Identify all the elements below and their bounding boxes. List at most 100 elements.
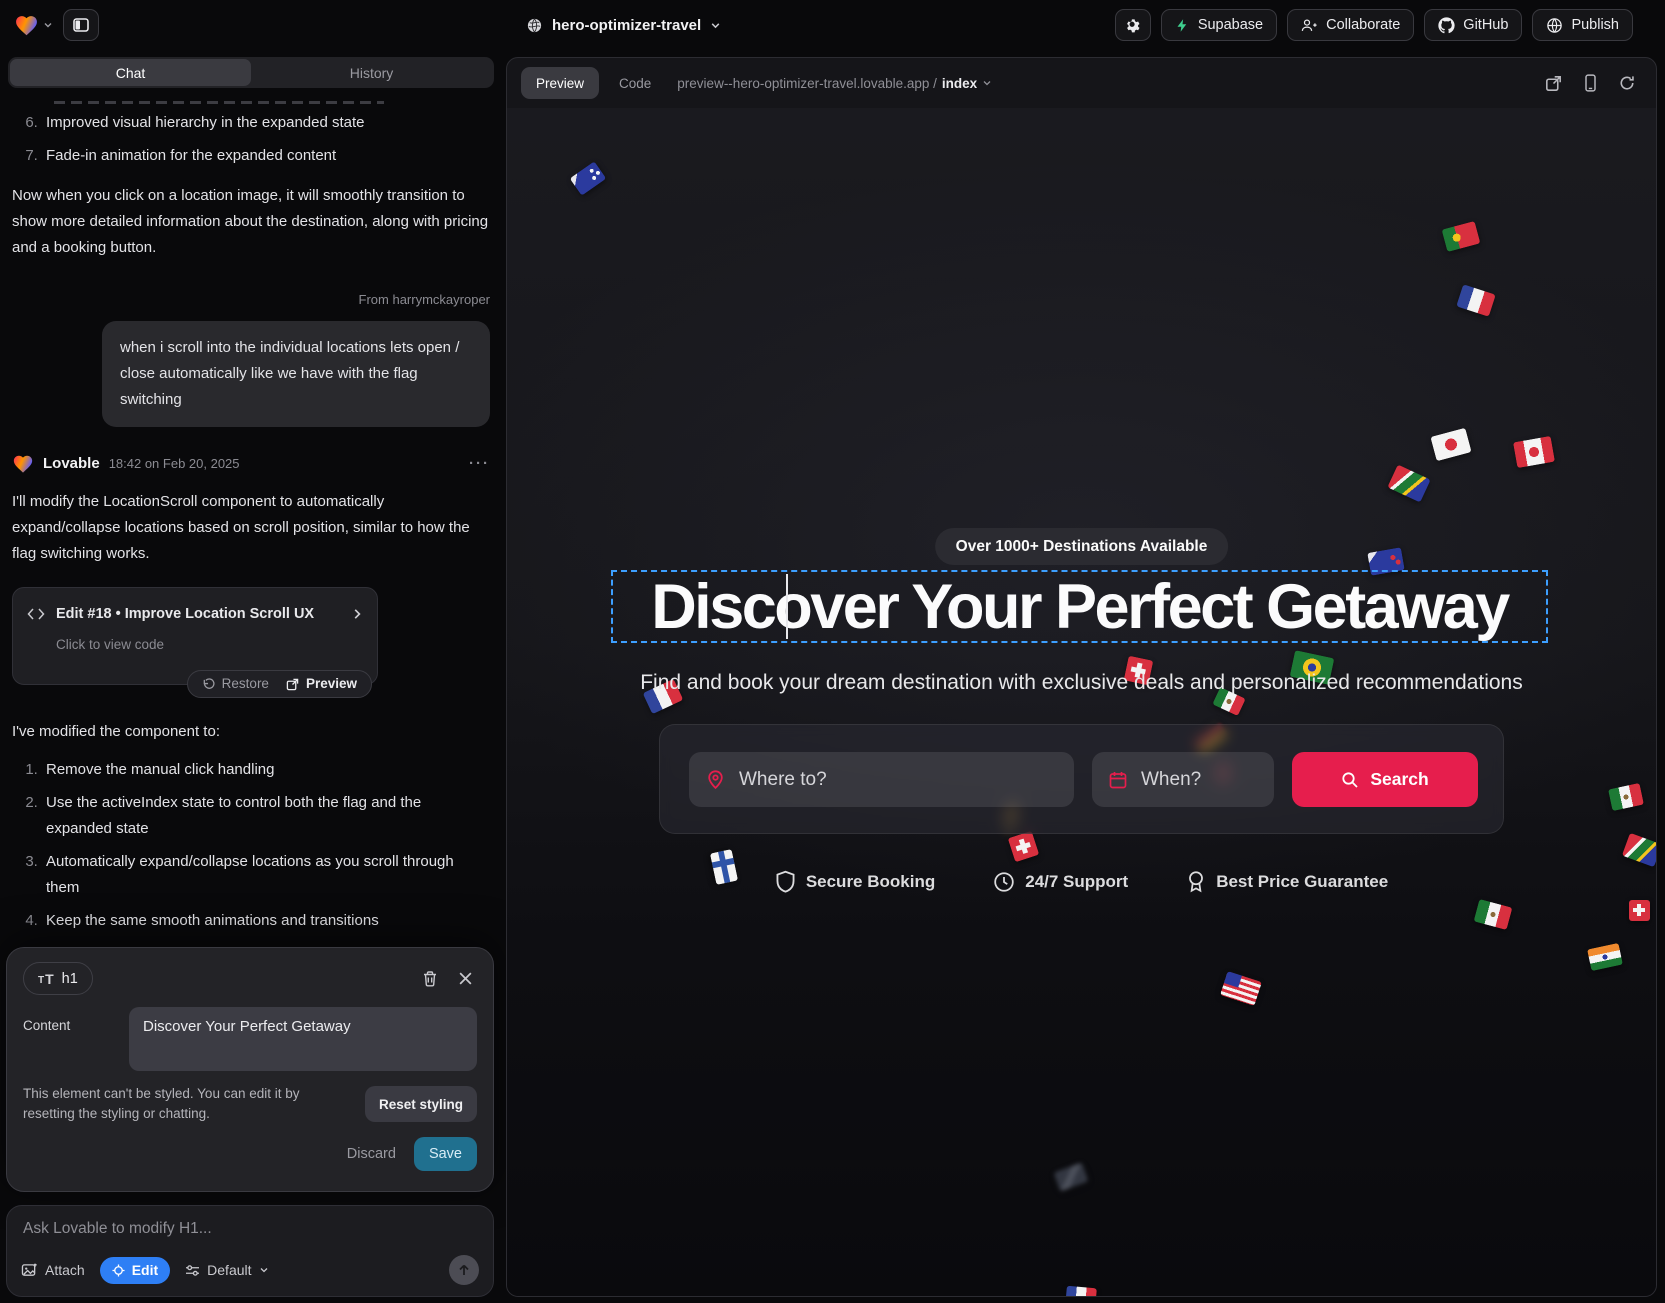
sliders-icon: [185, 1264, 200, 1277]
collaborate-button[interactable]: Collaborate: [1287, 9, 1414, 41]
chat-history-tabs: Chat History: [8, 57, 494, 88]
preview-toolbar: Preview Code preview--hero-optimizer-tra…: [507, 58, 1656, 108]
switzerland-flag: [1629, 900, 1650, 921]
lovable-heart-icon: [12, 453, 34, 475]
sidebar: Chat History Improved visual hierarchy i…: [0, 50, 502, 1303]
crosshair-icon: [112, 1264, 125, 1277]
url-page: index: [942, 76, 977, 91]
supabase-label: Supabase: [1198, 17, 1263, 33]
when-placeholder: When?: [1141, 769, 1201, 791]
user-message-bubble: when i scroll into the individual locati…: [102, 321, 490, 427]
hero-subtitle: Find and book your dream destination wit…: [507, 671, 1656, 695]
open-in-new-tab-icon[interactable]: [1545, 75, 1562, 92]
publish-button[interactable]: Publish: [1532, 9, 1633, 41]
assistant-paragraph: I'll modify the LocationScroll component…: [12, 489, 490, 567]
discard-button[interactable]: Discard: [347, 1146, 396, 1162]
project-selector[interactable]: hero-optimizer-travel: [526, 0, 721, 50]
settings-button[interactable]: [1115, 9, 1151, 41]
panel-left-icon: [72, 16, 90, 34]
mexico-flag: [1474, 898, 1513, 929]
chevron-down-icon: [982, 78, 992, 88]
gear-icon: [1124, 17, 1141, 34]
japan-flag: [1430, 427, 1471, 460]
github-button[interactable]: GitHub: [1424, 9, 1522, 41]
chevron-down-icon: [710, 20, 721, 31]
reset-styling-button[interactable]: Reset styling: [365, 1086, 477, 1122]
url-prefix: preview--hero-optimizer-travel.lovable.a…: [677, 76, 937, 91]
canada-flag: [1513, 436, 1555, 468]
element-tag: h1: [62, 971, 78, 987]
styling-note: This element can't be styled. You can ed…: [23, 1084, 353, 1124]
trash-icon[interactable]: [422, 970, 438, 987]
mobile-view-icon[interactable]: [1584, 74, 1597, 92]
chevron-right-icon: [351, 608, 363, 620]
element-editor-panel: TT h1 Content Discover Your Perfect Geta…: [6, 947, 494, 1192]
search-icon: [1341, 771, 1359, 789]
preview-button[interactable]: Preview: [286, 671, 357, 697]
map-pin-icon: [705, 769, 726, 790]
publish-label: Publish: [1571, 17, 1619, 33]
list-item: Fade-in animation for the expanded conte…: [42, 143, 490, 169]
globe-icon: [526, 17, 543, 34]
edit-card[interactable]: Edit #18 • Improve Location Scroll UX Cl…: [12, 587, 378, 685]
arrow-up-icon: [457, 1263, 471, 1277]
hero-heading[interactable]: Discover Your Perfect Getaway: [613, 572, 1546, 641]
topbar: hero-optimizer-travel Supabase Collabora…: [0, 0, 1665, 50]
edit-card-subtitle: Click to view code: [56, 632, 363, 658]
supabase-button[interactable]: Supabase: [1161, 9, 1277, 41]
publish-globe-icon: [1546, 17, 1563, 34]
features-row: Secure Booking 24/7 Support Best Price G…: [507, 870, 1656, 893]
assistant-name: Lovable: [43, 451, 100, 477]
chat-input-placeholder[interactable]: Ask Lovable to modify H1...: [23, 1220, 477, 1238]
preview-url[interactable]: preview--hero-optimizer-travel.lovable.a…: [677, 76, 992, 91]
tab-chat[interactable]: Chat: [10, 59, 251, 86]
assistant-paragraph: Now when you click on a location image, …: [12, 183, 490, 261]
sidebar-toggle-button[interactable]: [63, 9, 99, 41]
assistant-change-list: Remove the manual click handlingUse the …: [12, 757, 490, 967]
h1-selection-outline[interactable]: Discover Your Perfect Getaway: [611, 570, 1548, 643]
france-flag: [1456, 284, 1495, 316]
lovable-heart-icon: [14, 13, 39, 38]
restore-preview-pill: Restore Preview: [187, 670, 372, 698]
attach-button[interactable]: Attach: [21, 1262, 85, 1278]
list-item: Improved visual hierarchy in the expande…: [42, 110, 490, 136]
mexico-flag: [1608, 783, 1644, 811]
feature-price-guarantee: Best Price Guarantee: [1186, 870, 1388, 893]
refresh-icon[interactable]: [1619, 75, 1635, 91]
search-button[interactable]: Search: [1292, 752, 1478, 807]
edit-mode-button[interactable]: Edit: [100, 1257, 170, 1284]
code-icon: [27, 607, 45, 621]
list-item: Automatically expand/collapse locations …: [42, 849, 490, 901]
chevron-down-icon: [43, 20, 53, 30]
save-button[interactable]: Save: [414, 1137, 477, 1171]
element-tag-pill[interactable]: TT h1: [23, 962, 93, 995]
tab-preview[interactable]: Preview: [521, 67, 599, 99]
image-icon: [21, 1263, 38, 1278]
chat-input-box[interactable]: Ask Lovable to modify H1... Attach Edit: [6, 1205, 494, 1297]
australia-flag: [570, 161, 607, 195]
send-button[interactable]: [449, 1255, 479, 1285]
tab-history[interactable]: History: [251, 59, 492, 86]
content-textarea[interactable]: Discover Your Perfect Getaway: [129, 1007, 477, 1071]
tab-code[interactable]: Code: [617, 67, 653, 99]
mode-selector[interactable]: Default: [185, 1262, 268, 1278]
github-icon: [1438, 17, 1455, 34]
clipped-text-remnant: [54, 101, 384, 104]
list-item: Use the activeIndex state to control bot…: [42, 790, 490, 842]
south-africa-flag: [1387, 464, 1430, 502]
feature-support: 24/7 Support: [993, 870, 1128, 893]
collaborate-icon: [1301, 18, 1318, 33]
message-menu-button[interactable]: ···: [469, 451, 490, 477]
restore-button[interactable]: Restore: [202, 671, 269, 697]
preview-pane: Preview Code preview--hero-optimizer-tra…: [506, 57, 1657, 1297]
close-icon[interactable]: [458, 971, 473, 986]
project-name: hero-optimizer-travel: [552, 17, 701, 34]
from-label: From harrymckayroper: [12, 287, 490, 313]
assistant-timestamp: 18:42 on Feb 20, 2025: [109, 451, 240, 477]
lovable-logo[interactable]: [14, 13, 53, 38]
when-input[interactable]: When?: [1092, 752, 1274, 807]
assistant-list-top: Improved visual hierarchy in the expande…: [12, 110, 490, 169]
where-input[interactable]: Where to?: [689, 752, 1074, 807]
france-flag: [1065, 1285, 1097, 1297]
shield-icon: [775, 870, 796, 893]
